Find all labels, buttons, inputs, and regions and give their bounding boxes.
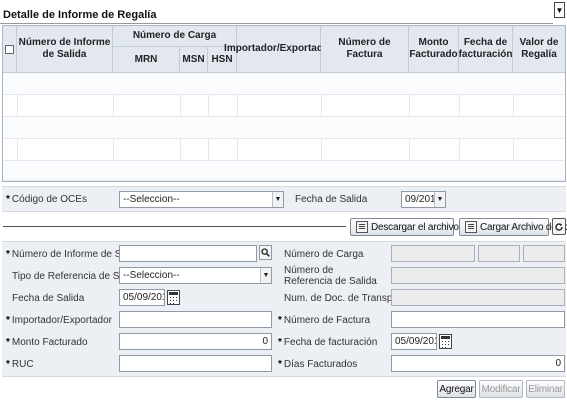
- codigo-oces-select[interactable]: --Seleccion-- ▼: [119, 191, 284, 208]
- dropdown-arrow-icon: ▼: [260, 268, 271, 283]
- fecha-salida-label: Fecha de Salida: [12, 293, 85, 304]
- numero-referencia-readonly-field: [391, 267, 565, 284]
- col-header-numero-factura[interactable]: Número de Factura: [321, 26, 409, 73]
- dropdown-arrow-icon: ▼: [434, 192, 445, 207]
- numero-factura-input[interactable]: [391, 311, 565, 328]
- table-row: [3, 117, 565, 139]
- ruc-label: * RUC: [6, 359, 34, 370]
- num-doc-transporte-label: Num. de Doc. de Transp.: [284, 293, 396, 304]
- dias-facturados-input[interactable]: 0: [391, 355, 565, 372]
- mrn-readonly-field: [391, 245, 475, 262]
- table-row: [3, 161, 565, 181]
- fecha-salida-filter-select[interactable]: 09/2012 ▼: [401, 191, 446, 208]
- excel-upload-icon: [465, 221, 477, 233]
- tipo-referencia-select[interactable]: --Seleccion-- ▼: [119, 267, 272, 284]
- royalty-detail-grid: Número de Informe de Salida Número de Ca…: [2, 25, 566, 182]
- numero-informe-input[interactable]: [119, 245, 257, 262]
- col-header-numero-informe[interactable]: Número de Informe de Salida: [17, 26, 113, 73]
- table-row: [3, 73, 565, 95]
- dias-facturados-label: * Días Facturados: [278, 359, 358, 370]
- col-header-monto[interactable]: Monto Facturado: [409, 26, 459, 73]
- col-header-fecha-facturacion[interactable]: Fecha de facturación: [459, 26, 513, 73]
- select-all-cell: [3, 26, 17, 73]
- calendar-icon[interactable]: [439, 334, 452, 349]
- grid-body: [3, 73, 565, 181]
- numero-referencia-label: Número de Referencia de Salida: [284, 265, 377, 287]
- codigo-oces-label: * Código de OCEs: [6, 194, 87, 205]
- agregar-button[interactable]: Agregar: [437, 380, 476, 398]
- col-header-importador[interactable]: Importador/Exportador: [224, 26, 333, 73]
- collapse-toggle-button[interactable]: ▼: [554, 2, 565, 18]
- upload-excel-button[interactable]: Cargar Archivo de Excel: [459, 218, 567, 236]
- table-row: [3, 139, 565, 161]
- col-header-mrn[interactable]: MRN: [113, 47, 180, 73]
- num-doc-transporte-readonly-field: [391, 289, 565, 306]
- col-header-numero-carga: Número de Carga: [113, 26, 237, 47]
- chevron-down-icon: ▼: [555, 5, 564, 15]
- dropdown-arrow-icon: ▼: [272, 192, 283, 207]
- fecha-salida-filter-label: Fecha de Salida: [295, 194, 368, 205]
- monto-facturado-label: * Monto Facturado: [6, 337, 88, 348]
- excel-download-icon: [356, 221, 368, 233]
- col-header-valor-regalia[interactable]: Valor de Regalía: [513, 26, 565, 73]
- fecha-salida-input[interactable]: 05/09/2012: [119, 289, 165, 306]
- toolbar-divider: [3, 226, 346, 227]
- fecha-facturacion-label: * Fecha de facturación: [278, 337, 378, 348]
- table-row: [3, 95, 565, 117]
- fecha-facturacion-input[interactable]: 05/09/2012: [391, 333, 437, 350]
- search-icon: [261, 248, 270, 257]
- col-header-msn[interactable]: MSN: [180, 47, 208, 73]
- select-all-checkbox[interactable]: [5, 44, 14, 54]
- title-divider: [0, 23, 553, 24]
- hsn-readonly-field: [523, 245, 565, 262]
- refresh-icon: [555, 222, 563, 231]
- numero-factura-label: * Número de Factura: [278, 315, 371, 326]
- search-button[interactable]: [259, 245, 272, 260]
- calendar-icon[interactable]: [167, 290, 180, 305]
- section-title: Detalle de Informe de Regalía: [3, 9, 157, 21]
- importador-input[interactable]: [119, 311, 272, 328]
- modificar-button[interactable]: Modificar: [479, 380, 523, 398]
- msn-readonly-field: [478, 245, 520, 262]
- refresh-button[interactable]: [552, 218, 566, 235]
- numero-carga-label: Número de Carga: [284, 249, 364, 260]
- ruc-input[interactable]: [119, 355, 272, 372]
- importador-label: * Importador/Exportador: [6, 315, 112, 326]
- download-excel-button[interactable]: Descargar el archivo de excel: [350, 218, 497, 236]
- eliminar-button[interactable]: Eliminar: [526, 380, 565, 398]
- monto-facturado-input[interactable]: 0: [119, 333, 272, 350]
